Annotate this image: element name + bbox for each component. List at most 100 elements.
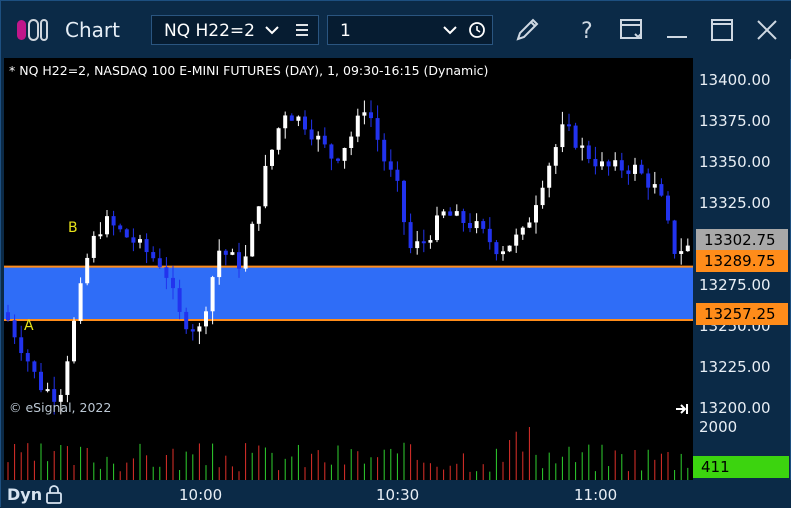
candle-body xyxy=(25,353,30,362)
lock-icon[interactable] xyxy=(45,484,63,504)
candle-body xyxy=(619,160,624,171)
help-icon[interactable]: ? xyxy=(572,15,602,45)
candle-body xyxy=(45,389,50,392)
candle-body xyxy=(613,160,618,167)
candle-body xyxy=(78,283,83,321)
candle-body xyxy=(375,118,380,140)
chevron-down-icon[interactable] xyxy=(262,20,282,40)
candle-body xyxy=(250,223,255,257)
candlestick-plot[interactable] xyxy=(4,58,693,422)
time-axis[interactable]: Dyn 10:00 10:30 11:00 xyxy=(1,480,791,508)
candle-body xyxy=(237,252,241,269)
candle-body xyxy=(256,206,261,224)
symbol-text[interactable]: NQ H22=2 xyxy=(164,21,255,41)
candle-body xyxy=(454,211,459,216)
candle-body xyxy=(580,145,585,148)
candle-body xyxy=(342,147,347,161)
candle-body xyxy=(329,144,334,159)
candle-body xyxy=(633,164,637,174)
candle-body xyxy=(157,258,162,268)
interval-text[interactable]: 1 xyxy=(340,21,351,41)
candle-body xyxy=(514,234,519,246)
candle-body xyxy=(151,252,156,259)
candle-body xyxy=(527,222,532,228)
copyright-text: © eSignal, 2022 xyxy=(9,400,112,415)
interval-selector[interactable]: 1 xyxy=(327,15,493,45)
candle-body xyxy=(487,228,492,243)
price-axis-label: 13225.00 xyxy=(699,358,771,376)
volume-axis[interactable]: 2000 411 xyxy=(693,418,789,480)
candle-body xyxy=(105,216,109,235)
maximize-icon[interactable] xyxy=(707,15,737,45)
candle-body xyxy=(336,158,340,161)
candle-body xyxy=(672,220,677,254)
pencil-icon[interactable] xyxy=(512,15,542,45)
scroll-to-end-icon[interactable] xyxy=(674,402,690,416)
clock-icon[interactable] xyxy=(468,21,486,39)
candle-body xyxy=(507,245,512,252)
candle-body xyxy=(626,170,631,174)
candle-body xyxy=(177,288,182,312)
symbol-selector[interactable]: NQ H22=2 xyxy=(151,15,319,45)
candle-body xyxy=(72,320,76,362)
candle-body xyxy=(171,277,175,289)
candle-body xyxy=(600,161,604,167)
candle-body xyxy=(666,195,670,221)
price-axis-label: 13350.00 xyxy=(699,153,771,171)
price-axis-label: 13275.00 xyxy=(699,276,771,294)
candle-body xyxy=(131,237,136,243)
chart-window: Chart NQ H22=2 1 ? * NQ H22=2, NASDAQ 10… xyxy=(0,0,791,508)
candle-body xyxy=(415,241,420,249)
zone-top-price-label: 13289.75 xyxy=(696,250,788,272)
price-axis-label: 13375.00 xyxy=(699,112,771,130)
price-chart[interactable]: * NQ H22=2, NASDAQ 100 E-MINI FUTURES (D… xyxy=(4,58,693,422)
candle-body xyxy=(428,240,433,243)
candle-body xyxy=(369,112,373,119)
candle-body xyxy=(39,371,43,391)
dynamic-mode-label[interactable]: Dyn xyxy=(7,485,42,504)
minimize-icon[interactable] xyxy=(662,15,692,45)
candle-body xyxy=(646,173,651,188)
page-menu-icon[interactable] xyxy=(617,15,647,45)
last-price-label: 13302.75 xyxy=(696,229,788,251)
chevron-down-icon[interactable] xyxy=(440,20,460,40)
candle-body xyxy=(85,257,90,284)
price-axis-label: 13325.00 xyxy=(699,194,771,212)
price-axis-label: 13400.00 xyxy=(699,71,771,89)
candle-body xyxy=(494,242,499,255)
candle-body xyxy=(448,211,453,216)
candle-body xyxy=(639,164,644,174)
candle-body xyxy=(12,320,17,338)
zone-rect xyxy=(4,266,693,321)
candle-body xyxy=(316,135,321,140)
candle-body xyxy=(534,205,538,223)
candle-body xyxy=(540,187,545,206)
candle-body xyxy=(520,227,525,235)
title-bar: Chart NQ H22=2 1 ? xyxy=(1,1,791,59)
candle-body xyxy=(118,225,123,230)
volume-pane[interactable] xyxy=(4,422,693,480)
window-title: Chart xyxy=(65,18,120,42)
candle-body xyxy=(474,221,479,229)
candle-body xyxy=(586,145,591,159)
candle-body xyxy=(468,222,472,229)
candle-body xyxy=(349,136,354,148)
candle-body xyxy=(65,361,70,395)
close-icon[interactable] xyxy=(752,15,782,45)
candle-body xyxy=(408,222,413,249)
candle-body xyxy=(388,161,393,170)
candle-body xyxy=(461,211,466,223)
candle-body xyxy=(164,267,169,278)
candle-body xyxy=(567,124,571,127)
candle-body xyxy=(652,184,657,188)
candle-body xyxy=(606,161,611,167)
symbol-menu-icon[interactable] xyxy=(293,21,311,39)
candle-body xyxy=(547,165,552,188)
candle-body xyxy=(593,158,598,167)
candle-body xyxy=(289,115,294,121)
candle-body xyxy=(421,241,426,244)
candle-body xyxy=(303,116,307,130)
candle-body xyxy=(402,180,406,223)
candle-body xyxy=(355,115,360,137)
svg-text:?: ? xyxy=(581,19,593,44)
